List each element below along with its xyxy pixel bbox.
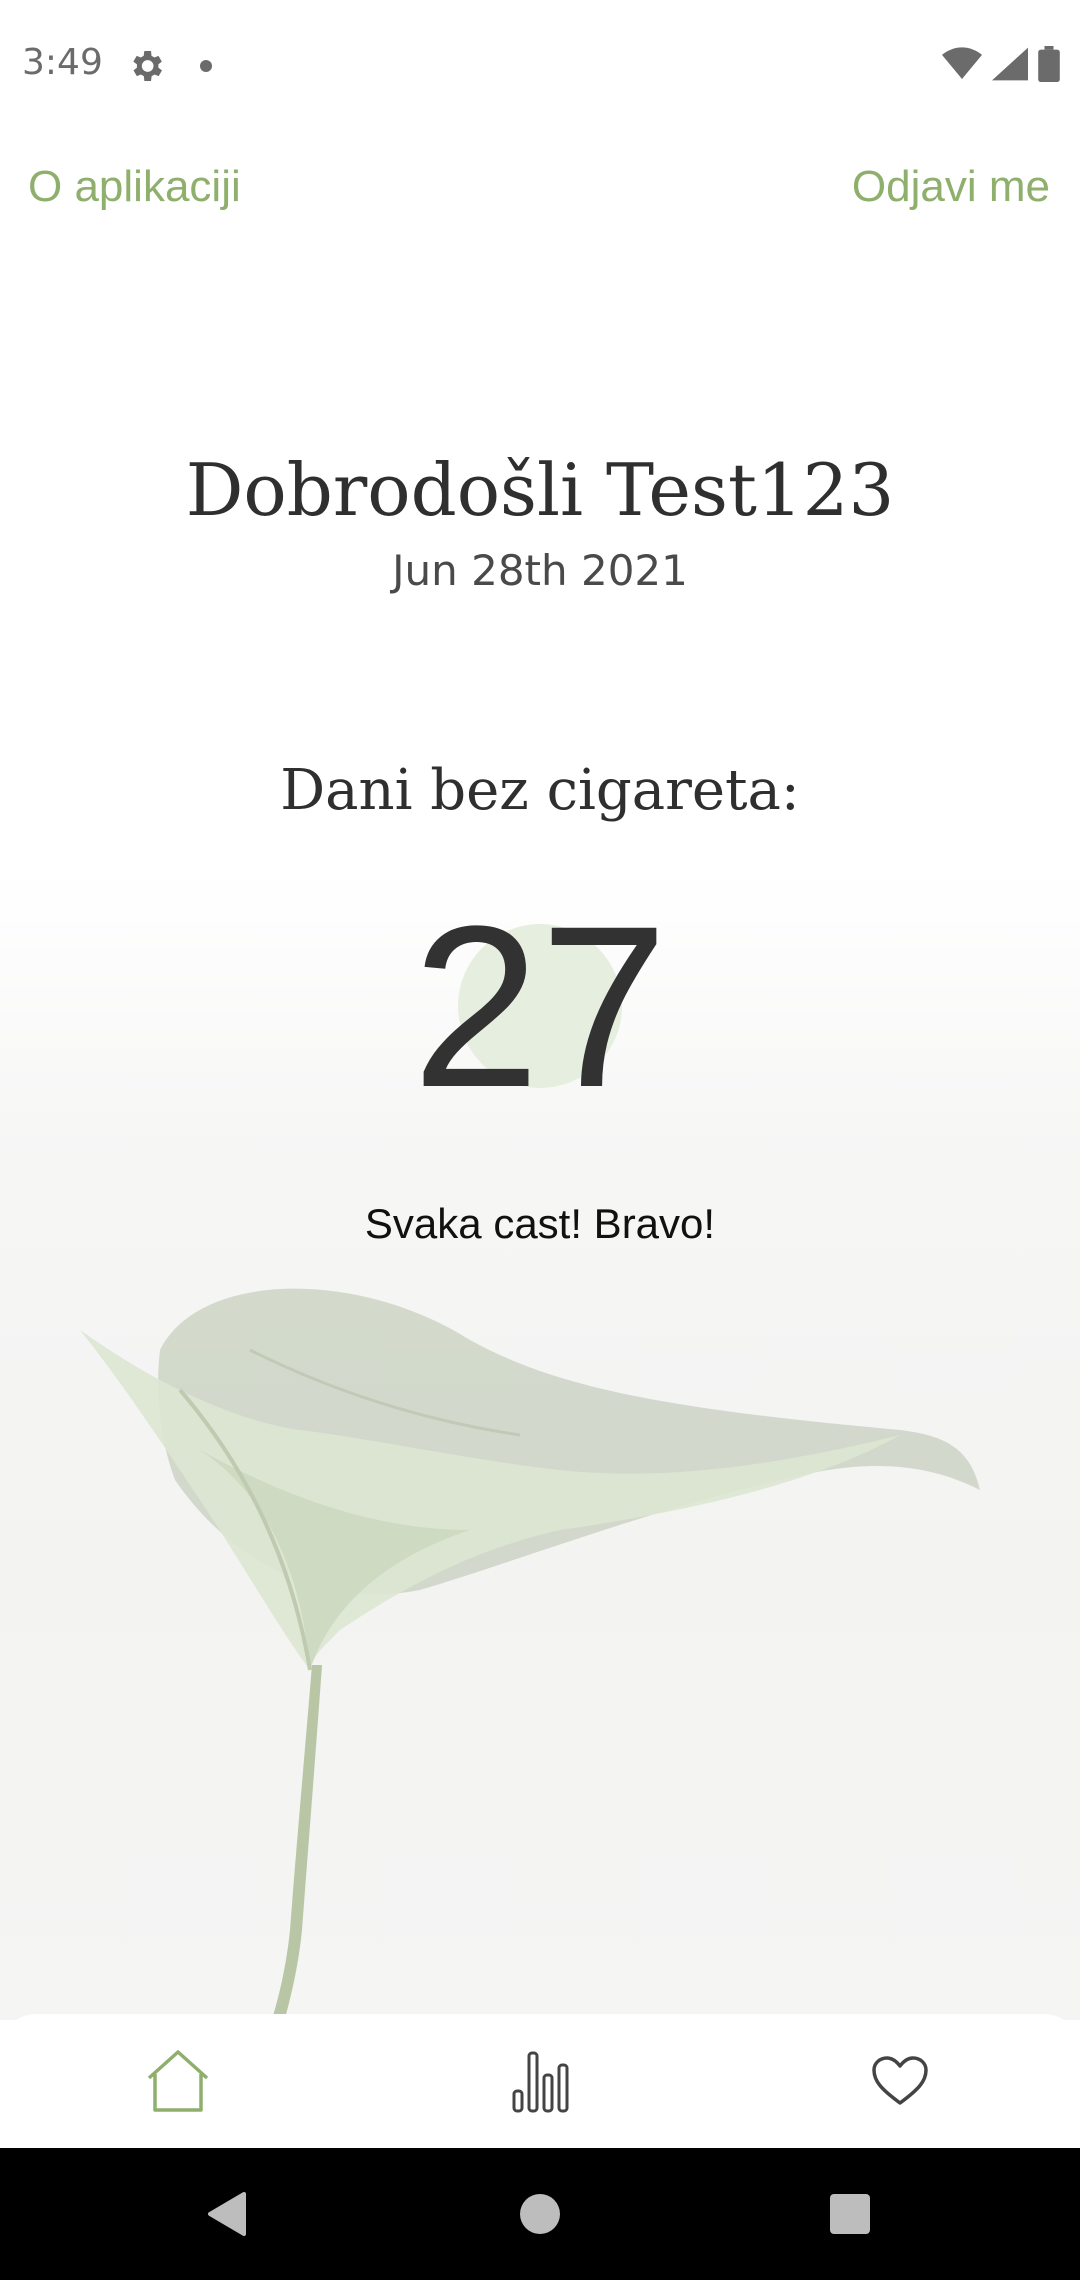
status-icons xyxy=(942,46,1060,86)
wifi-icon xyxy=(942,47,982,85)
nav-home-button[interactable] xyxy=(118,2014,238,2148)
system-home-button[interactable] xyxy=(480,2148,600,2280)
status-time: 3:49 xyxy=(22,42,103,83)
home-icon xyxy=(147,2050,209,2112)
welcome-title: Dobrodošli Test123 xyxy=(185,448,895,532)
quit-date: Jun 28th 2021 xyxy=(392,546,688,595)
nav-stats-button[interactable] xyxy=(480,2014,600,2148)
battery-icon xyxy=(1038,46,1060,86)
days-count: 27 xyxy=(412,878,668,1135)
about-app-link[interactable]: O aplikaciji xyxy=(28,162,241,212)
praise-message: Svaka cast! Bravo! xyxy=(364,1200,716,1247)
gear-icon xyxy=(126,46,166,86)
back-triangle-icon xyxy=(208,2192,246,2236)
logout-link[interactable]: Odjavi me xyxy=(852,162,1050,212)
status-bar: 3:49 xyxy=(0,0,1080,134)
days-without-cigarettes-label: Dani bez cigareta: xyxy=(280,758,800,823)
recents-square-icon xyxy=(830,2194,870,2234)
nav-favorites-button[interactable] xyxy=(840,2014,960,2148)
bar-chart-icon xyxy=(512,2051,569,2113)
system-recents-button[interactable] xyxy=(790,2148,910,2280)
signal-icon xyxy=(992,47,1028,85)
heart-icon xyxy=(872,2056,928,2105)
home-circle-icon xyxy=(520,2194,560,2234)
system-back-button[interactable] xyxy=(166,2148,286,2280)
bottom-navigation xyxy=(0,2014,1080,2148)
notification-dot-icon xyxy=(200,60,212,72)
system-navigation-bar xyxy=(0,2148,1080,2280)
leaf-image xyxy=(80,1288,980,2030)
